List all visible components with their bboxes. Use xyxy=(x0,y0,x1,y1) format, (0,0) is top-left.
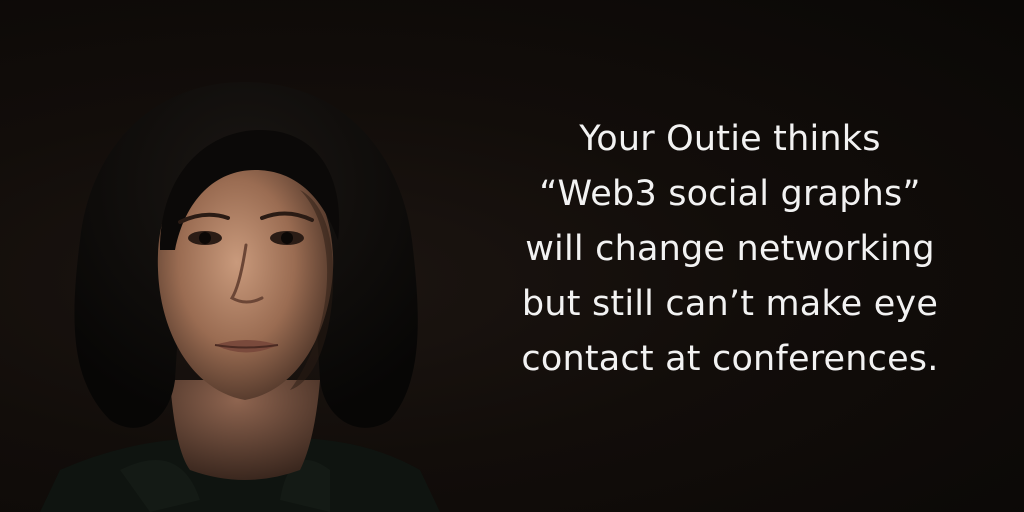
woman-portrait xyxy=(40,82,440,512)
meme-image: Your Outie thinks “Web3 social graphs” w… xyxy=(0,0,1024,512)
caption-line-4: but still can’t make eye xyxy=(521,284,939,324)
caption-line-5: contact at conferences. xyxy=(521,339,939,379)
caption-line-2: “Web3 social graphs” xyxy=(539,174,921,214)
meme-caption: Your Outie thinks “Web3 social graphs” w… xyxy=(470,112,990,387)
caption-line-1: Your Outie thinks xyxy=(579,119,881,159)
caption-line-3: will change networking xyxy=(525,229,935,269)
